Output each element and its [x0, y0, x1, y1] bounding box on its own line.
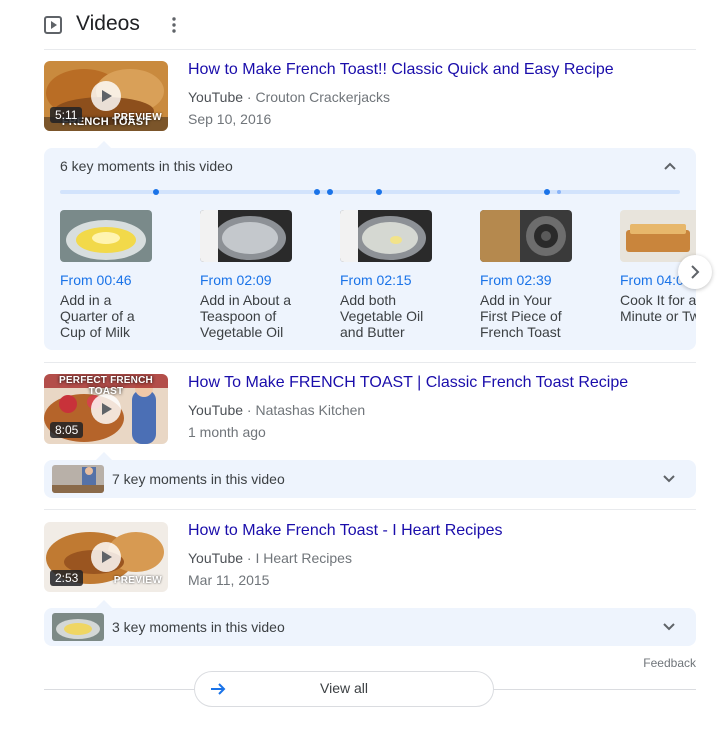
video-thumbnail[interactable]: FRENCH TOAST 5:11 PREVIEW [44, 61, 168, 131]
panel-notch [96, 452, 112, 460]
video-title-link[interactable]: How To Make FRENCH TOAST | Classic Frenc… [188, 374, 628, 392]
video-duration: 2:53 [50, 570, 84, 586]
timeline-marker[interactable] [327, 189, 333, 195]
moment-description: Add in Your First Piece of French Toast [480, 292, 562, 340]
timeline-marker[interactable] [376, 189, 382, 195]
play-icon [91, 542, 121, 572]
key-moments-heading: 6 key moments in this video [60, 158, 233, 174]
preview-badge: PREVIEW [113, 112, 162, 123]
channel-name: · I Heart Recipes [246, 550, 352, 566]
key-moment-item[interactable]: From 02:15 Add both Vegetable Oil and Bu… [340, 210, 468, 340]
moment-time: From 02:39 [480, 272, 552, 288]
key-moments-label: 3 key moments in this video [112, 619, 285, 635]
timeline-marker[interactable] [557, 190, 561, 194]
video-source: YouTube · Crouton Crackerjacks [188, 89, 390, 105]
collapse-chevron-icon[interactable] [660, 156, 680, 176]
moment-time: From 02:15 [340, 272, 412, 288]
key-moment-item[interactable]: From 00:46 Add in a Quarter of a Cup of … [60, 210, 188, 340]
video-duration: 8:05 [50, 422, 84, 438]
feedback-link[interactable]: Feedback [643, 656, 696, 670]
key-moment-item[interactable]: From 02:09 Add in About a Teaspoon of Ve… [200, 210, 328, 340]
more-vert-icon[interactable] [164, 13, 184, 37]
key-moments-label: 7 key moments in this video [112, 471, 285, 487]
moment-description: Add in About a Teaspoon of Vegetable Oil [200, 292, 292, 340]
source-name: YouTube [188, 402, 244, 418]
moment-thumbnail [52, 613, 104, 641]
video-title-link[interactable]: How to Make French Toast - I Heart Recip… [188, 522, 503, 540]
video-duration: 5:11 [50, 107, 83, 123]
play-icon [91, 81, 121, 111]
video-source: YouTube · Natashas Kitchen [188, 402, 365, 418]
moment-thumbnail [480, 210, 572, 262]
key-moment-item[interactable]: From 02:39 Add in Your First Piece of Fr… [480, 210, 608, 340]
moment-thumbnail [200, 210, 292, 262]
source-name: YouTube [188, 89, 244, 105]
key-moments-toggle[interactable]: 3 key moments in this video [44, 608, 696, 646]
moment-description: Add both Vegetable Oil and Butter [340, 292, 424, 340]
timeline-marker[interactable] [153, 189, 159, 195]
channel-name: · Natashas Kitchen [246, 402, 366, 418]
divider [44, 49, 696, 50]
video-source: YouTube · I Heart Recipes [188, 550, 352, 566]
moment-thumbnail [52, 465, 104, 493]
play-icon [91, 394, 121, 424]
timeline-marker[interactable] [314, 189, 320, 195]
moment-thumbnail [60, 210, 152, 262]
section-title: Videos [76, 12, 140, 35]
panel-notch [96, 600, 112, 608]
video-date: Sep 10, 2016 [188, 111, 272, 127]
view-all-label: View all [320, 680, 368, 696]
moment-thumbnail [340, 210, 432, 262]
moment-time: From 02:09 [200, 272, 272, 288]
play-box-icon [44, 16, 62, 34]
chevron-down-icon[interactable] [660, 618, 678, 636]
chevron-down-icon[interactable] [660, 470, 678, 488]
video-date: 1 month ago [188, 424, 266, 440]
key-moments-toggle[interactable]: 7 key moments in this video [44, 460, 696, 498]
moment-description: Add in a Quarter of a Cup of Milk [60, 292, 135, 340]
timeline-marker[interactable] [544, 189, 550, 195]
moment-description-text: Cook It for a Minute or Tw [620, 292, 696, 324]
chevron-right-icon[interactable] [678, 255, 712, 289]
video-title-link[interactable]: How to Make French Toast!! Classic Quick… [188, 61, 614, 79]
video-date: Mar 11, 2015 [188, 572, 270, 588]
moment-description: Cook It for a Minute or Tw [620, 292, 696, 324]
channel-name: · Crouton Crackerjacks [246, 89, 391, 105]
moment-thumbnail [620, 210, 696, 262]
view-all-button[interactable]: View all [194, 671, 494, 707]
source-name: YouTube [188, 550, 244, 566]
moment-time: From 00:46 [60, 272, 132, 288]
video-thumbnail[interactable]: PERFECT FRENCH TOAST 8:05 [44, 374, 168, 444]
divider [44, 362, 696, 363]
video-thumbnail[interactable]: 2:53 PREVIEW [44, 522, 168, 592]
divider [44, 509, 696, 510]
preview-badge: PREVIEW [113, 575, 162, 586]
